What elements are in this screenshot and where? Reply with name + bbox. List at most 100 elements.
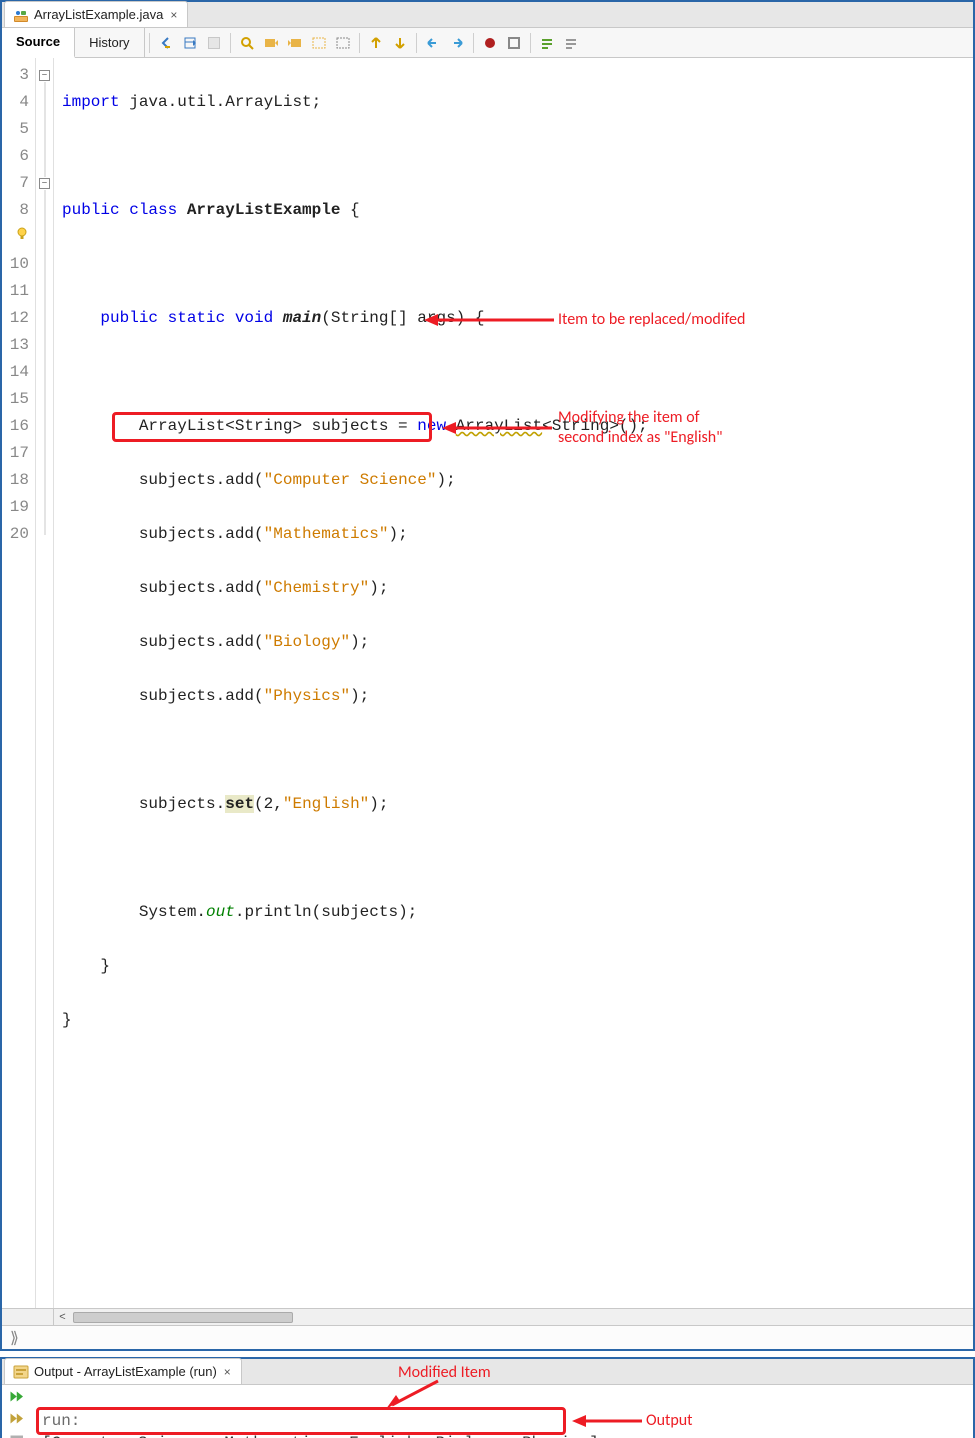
- annotation-label: Modifying the item of: [558, 408, 700, 428]
- code-token: public class: [62, 201, 187, 219]
- annotation-label: Output: [646, 1411, 693, 1431]
- scroll-thumb[interactable]: [73, 1312, 293, 1323]
- diff-icon[interactable]: [203, 32, 225, 54]
- line-number-gutter: 3 4 5 6 7 8 10 11 12 13 14 15 16 17 18 1…: [2, 58, 36, 1308]
- output-tab[interactable]: Output - ArrayListExample (run) ×: [4, 1358, 242, 1384]
- code-token: (String[] args) {: [321, 309, 484, 327]
- output-line: run:: [42, 1412, 80, 1430]
- rerun-alt-icon[interactable]: [8, 1412, 28, 1430]
- line-number: 7: [6, 170, 29, 197]
- code-token: );: [436, 471, 455, 489]
- code-token: subjects.add(: [139, 525, 264, 543]
- code-token: "Chemistry": [264, 579, 370, 597]
- fold-toggle[interactable]: −: [39, 70, 50, 81]
- output-text[interactable]: run: [Computer Science, Mathematics, Eng…: [34, 1388, 599, 1438]
- line-number: 6: [6, 143, 29, 170]
- line-number: 20: [6, 521, 29, 548]
- uncomment-icon[interactable]: [560, 32, 582, 54]
- next-bookmark-icon[interactable]: [446, 32, 468, 54]
- line-number: 18: [6, 467, 29, 494]
- code-token: System.: [139, 903, 206, 921]
- code-token: [446, 417, 456, 435]
- code-token: java.util.ArrayList;: [120, 93, 322, 111]
- find-next-icon[interactable]: [260, 32, 282, 54]
- tab-history[interactable]: History: [75, 28, 144, 58]
- shift-left-icon[interactable]: [365, 32, 387, 54]
- stop-icon[interactable]: [8, 1434, 28, 1438]
- code-token: .println(subjects);: [235, 903, 417, 921]
- code-token: );: [388, 525, 407, 543]
- code-area[interactable]: 3 4 5 6 7 8 10 11 12 13 14 15 16 17 18 1…: [2, 58, 973, 1308]
- nav-forward-icon[interactable]: [179, 32, 201, 54]
- nav-back-icon[interactable]: [155, 32, 177, 54]
- line-number: 10: [6, 251, 29, 278]
- line-number: 13: [6, 332, 29, 359]
- code-token: subjects.: [139, 795, 225, 813]
- rerun-icon[interactable]: [8, 1390, 28, 1408]
- line-number: 17: [6, 440, 29, 467]
- line-number: 11: [6, 278, 29, 305]
- code-token: subjects.add(: [139, 687, 264, 705]
- code-token: "Physics": [264, 687, 350, 705]
- output-panel: Output - ArrayListExample (run) × run: […: [0, 1357, 975, 1438]
- code-token: import: [62, 93, 120, 111]
- output-tab-label: Output - ArrayListExample (run): [34, 1364, 217, 1379]
- line-number: 4: [6, 89, 29, 116]
- shift-right-icon[interactable]: [389, 32, 411, 54]
- line-number: 5: [6, 116, 29, 143]
- code-token: );: [369, 579, 388, 597]
- code-token: {: [340, 201, 359, 219]
- file-tab-label: ArrayListExample.java: [34, 7, 163, 22]
- annotation-label: second index as "English": [558, 428, 723, 448]
- code-token: }: [100, 957, 110, 975]
- line-number: 12: [6, 305, 29, 332]
- file-tab-arraylistexample[interactable]: ArrayListExample.java ×: [4, 1, 188, 27]
- record-macro-icon[interactable]: [479, 32, 501, 54]
- code-token: public static void: [100, 309, 282, 327]
- scroll-left-icon[interactable]: <: [54, 1309, 71, 1326]
- find-prev-icon[interactable]: [284, 32, 306, 54]
- toggle-highlight-icon[interactable]: [308, 32, 330, 54]
- code-token: "Computer Science": [264, 471, 437, 489]
- code-token: new: [417, 417, 446, 435]
- output-line: [Computer Science, Mathematics, English,…: [42, 1434, 599, 1438]
- code-token: ArrayList: [456, 417, 542, 435]
- stop-macro-icon[interactable]: [503, 32, 525, 54]
- output-icon: [13, 1364, 29, 1380]
- chevron-icon: ⟫: [10, 1328, 19, 1348]
- tab-source[interactable]: Source: [2, 28, 75, 58]
- fold-gutter: − −: [36, 58, 54, 1308]
- comment-icon[interactable]: [536, 32, 558, 54]
- line-number: 14: [6, 359, 29, 386]
- code-token: );: [369, 795, 388, 813]
- code-token: subjects.add(: [139, 579, 264, 597]
- find-selection-icon[interactable]: [236, 32, 258, 54]
- close-icon[interactable]: ×: [222, 1365, 233, 1379]
- line-number: 16: [6, 413, 29, 440]
- code-token: }: [62, 1011, 72, 1029]
- line-number: 3: [6, 62, 29, 89]
- line-number: 19: [6, 494, 29, 521]
- line-number: 15: [6, 386, 29, 413]
- horizontal-scrollbar[interactable]: <: [2, 1308, 973, 1325]
- source-code[interactable]: import java.util.ArrayList; public class…: [54, 58, 656, 1308]
- annotation-label: Item to be replaced/modifed: [558, 310, 745, 330]
- prev-bookmark-icon[interactable]: [422, 32, 444, 54]
- close-icon[interactable]: ×: [168, 8, 179, 22]
- code-token: );: [350, 633, 369, 651]
- lightbulb-icon[interactable]: [6, 224, 29, 251]
- fold-toggle[interactable]: −: [39, 178, 50, 189]
- code-token: set: [225, 795, 254, 813]
- output-toolbar: [2, 1388, 34, 1438]
- java-icon: [13, 7, 29, 23]
- code-token: subjects.add(: [139, 633, 264, 651]
- code-token: "Biology": [264, 633, 350, 651]
- annotation-label: Modified Item: [398, 1363, 491, 1383]
- code-token: (2,: [254, 795, 283, 813]
- code-token: main: [283, 309, 321, 327]
- output-body: run: [Computer Science, Mathematics, Eng…: [2, 1385, 973, 1438]
- code-token: "Mathematics": [264, 525, 389, 543]
- rect-select-icon[interactable]: [332, 32, 354, 54]
- code-token: );: [350, 687, 369, 705]
- breadcrumb[interactable]: ⟫: [2, 1325, 973, 1349]
